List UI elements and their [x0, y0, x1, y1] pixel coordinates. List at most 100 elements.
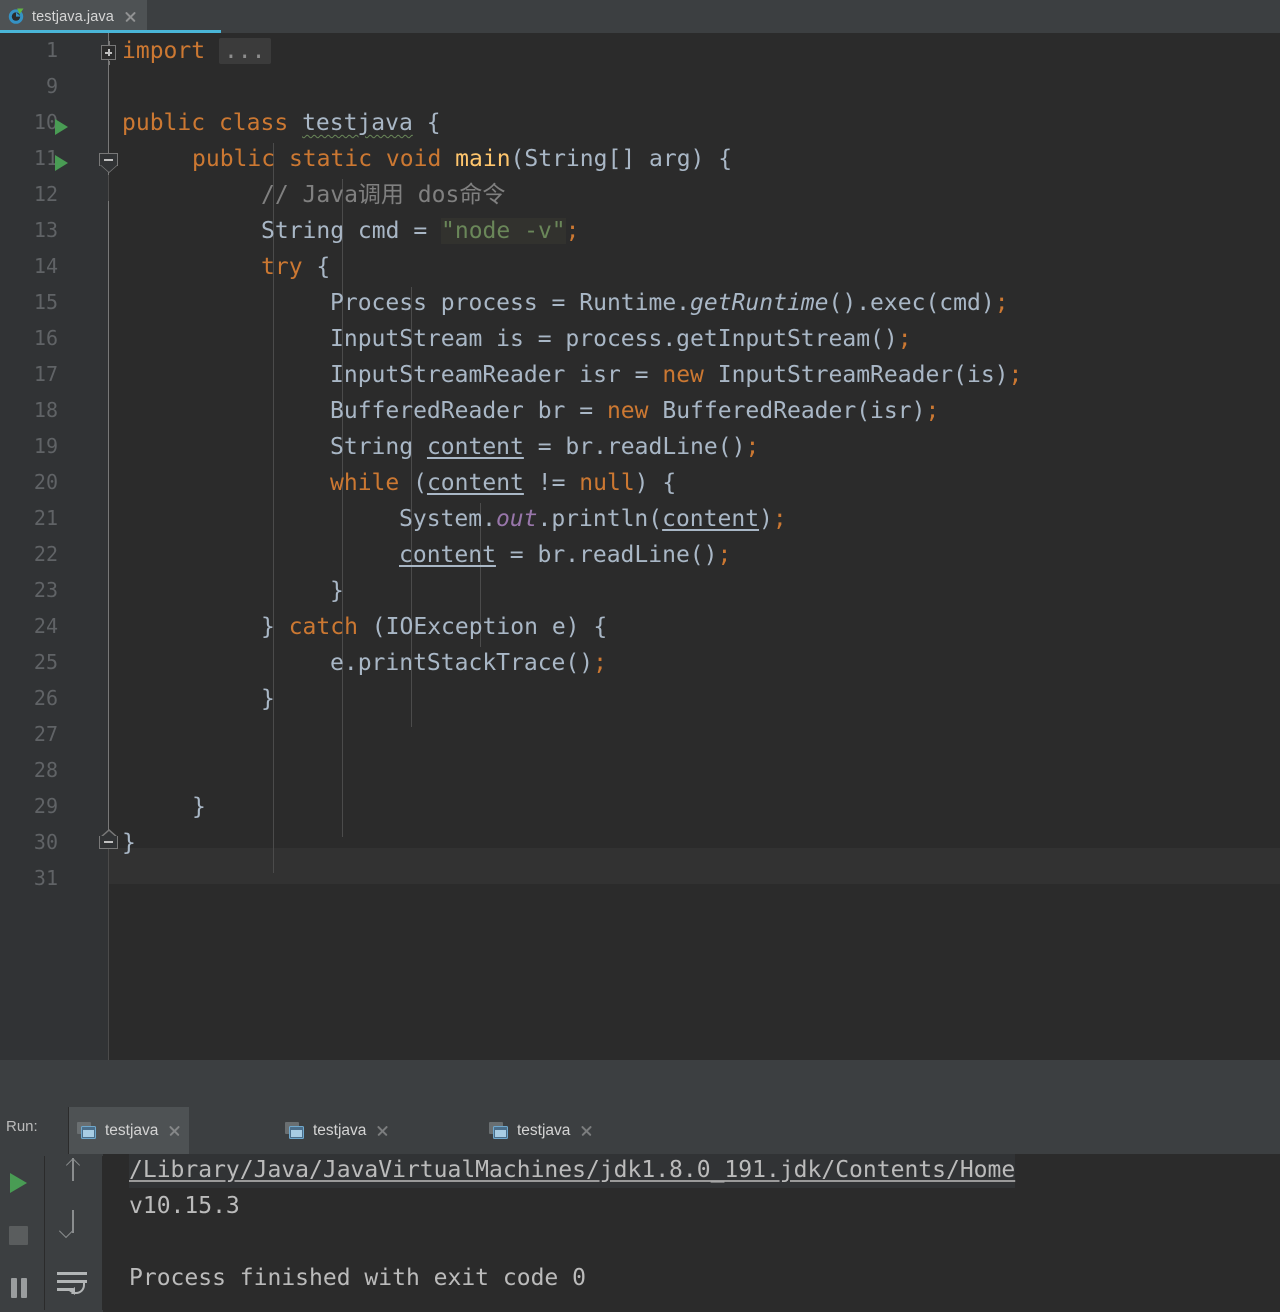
console-exit-message: Process finished with exit code 0	[129, 1265, 586, 1291]
code-line-23: }	[330, 578, 344, 604]
console-output-version: v10.15.3	[129, 1193, 240, 1219]
token-keyword: static	[288, 146, 373, 172]
line-number: 14	[33, 254, 58, 278]
token-params: (String[] arg) {	[510, 146, 733, 172]
run-tab-1[interactable]: testjava	[277, 1107, 397, 1154]
console-output[interactable]: /Library/Java/JavaVirtualMachines/jdk1.8…	[103, 1154, 1280, 1312]
token-keyword: new	[662, 362, 704, 388]
code-line-17: InputStreamReader isr = new InputStreamR…	[330, 357, 1022, 393]
token-brace: {	[426, 110, 441, 136]
token-text: InputStreamReader(is)	[703, 362, 1009, 388]
token-text: = br.readLine()	[523, 434, 746, 460]
console-window-icon	[77, 1121, 97, 1140]
rerun-button[interactable]	[0, 1154, 44, 1206]
run-tab-0[interactable]: testjava	[69, 1107, 190, 1154]
editor-tab-testjava[interactable]: testjava.java	[0, 0, 147, 33]
token-semicolon: ;	[593, 650, 607, 676]
editor-tab-label: testjava.java	[32, 8, 114, 25]
token-keyword: public	[192, 146, 276, 172]
line-number: 9	[45, 74, 58, 98]
stop-button[interactable]	[0, 1206, 44, 1258]
close-icon[interactable]	[375, 1124, 389, 1138]
arrow-down-icon	[60, 1206, 86, 1236]
line-number: 25	[33, 650, 58, 674]
token-text: = br.readLine()	[495, 542, 718, 568]
code-line-25: e.printStackTrace();	[330, 645, 607, 681]
intellij-window: testjava.java 1 9 10 11 12 13 14 15 16 1…	[0, 0, 1280, 1312]
code-editor[interactable]: 1 9 10 11 12 13 14 15 16 17 18 19 20 21 …	[0, 33, 1280, 1060]
token-keyword: new	[606, 398, 649, 424]
token-variable: content	[662, 506, 760, 532]
play-icon	[10, 1173, 27, 1193]
code-line-12: // Java调用 dos命令	[261, 182, 506, 208]
code-line-20: while (content != null) {	[330, 465, 676, 501]
soft-wrap-button[interactable]	[45, 1258, 89, 1310]
code-line-10: public class testjava {	[122, 105, 441, 141]
run-tab-label: testjava	[105, 1121, 159, 1139]
line-number: 23	[33, 578, 58, 602]
token-text: e.printStackTrace()	[330, 650, 594, 676]
run-tab-2[interactable]: testjava	[481, 1107, 601, 1154]
line-number: 28	[33, 758, 58, 782]
indent-guide	[342, 179, 343, 837]
console-window-icon	[489, 1121, 509, 1140]
code-line-16: InputStream is = process.getInputStream(…	[330, 321, 912, 357]
line-number: 21	[33, 506, 58, 530]
token-semicolon: ;	[897, 326, 912, 352]
token-params: (IOException e) {	[357, 614, 608, 640]
stop-icon	[9, 1226, 28, 1245]
token-brace: }	[261, 614, 289, 640]
pause-button[interactable]	[0, 1258, 44, 1310]
editor-gutter[interactable]: 1 9 10 11 12 13 14 15 16 17 18 19 20 21 …	[0, 33, 108, 1060]
line-number: 24	[33, 614, 58, 638]
code-line-18: BufferedReader br = new BufferedReader(i…	[330, 393, 939, 429]
token-static-method: getRuntime	[690, 290, 829, 316]
up-stack-button[interactable]	[45, 1154, 89, 1206]
console-command-path[interactable]: /Library/Java/JavaVirtualMachines/jdk1.8…	[129, 1154, 1016, 1188]
line-number: 13	[33, 218, 58, 242]
run-panel-title: Run:	[6, 1118, 38, 1135]
down-stack-button[interactable]	[45, 1206, 89, 1258]
line-number: 1	[45, 38, 58, 62]
token-keyword: try	[261, 254, 303, 280]
gutter-run-marker[interactable]	[55, 119, 68, 135]
close-icon[interactable]	[579, 1124, 593, 1138]
run-tab-label: testjava	[517, 1121, 571, 1139]
gutter-run-marker[interactable]	[55, 155, 68, 171]
editor-tab-bar: testjava.java	[0, 0, 1280, 33]
token-declaration: BufferedReader br =	[330, 398, 607, 424]
token-semicolon: ;	[925, 398, 940, 424]
run-tool-window: Run: testjava testjava testjava /Library…	[0, 1060, 1280, 1312]
token-text: )	[759, 506, 773, 532]
code-line-26: }	[261, 686, 275, 712]
code-text-area[interactable]: import ... public class testjava { publi…	[108, 33, 1280, 1060]
token-semicolon: ;	[717, 542, 732, 568]
line-number: 11	[33, 146, 58, 170]
token-declaration: String	[330, 434, 427, 460]
indent-guide	[411, 691, 412, 727]
fold-placeholder[interactable]: ...	[218, 38, 271, 64]
token-text: InputStream is = process.getInputStream(…	[330, 326, 898, 352]
token-keyword: null	[579, 470, 635, 496]
token-method-name: main	[455, 146, 511, 172]
token-keyword: class	[218, 110, 289, 136]
code-line-13: String cmd = "node -v";	[261, 213, 580, 249]
java-class-runnable-icon	[8, 8, 25, 25]
close-icon[interactable]	[167, 1124, 181, 1138]
soft-wrap-icon	[57, 1272, 89, 1298]
code-line-29: }	[192, 794, 206, 820]
line-number: 10	[33, 110, 58, 134]
code-line-15: Process process = Runtime.getRuntime().e…	[330, 285, 1009, 321]
token-brace: {	[316, 254, 331, 280]
token-text: BufferedReader(isr)	[648, 398, 926, 424]
token-keyword: import	[122, 38, 206, 64]
code-line-21: System.out.println(content);	[399, 501, 787, 537]
console-window-icon	[285, 1121, 305, 1140]
token-text: (	[399, 470, 427, 496]
line-number: 16	[33, 326, 58, 350]
token-variable: content	[426, 434, 524, 460]
token-text: ().exec(cmd)	[828, 290, 995, 316]
close-icon[interactable]	[123, 10, 137, 24]
token-operator: !=	[523, 470, 580, 496]
token-string-literal: "node -v"	[441, 218, 566, 244]
